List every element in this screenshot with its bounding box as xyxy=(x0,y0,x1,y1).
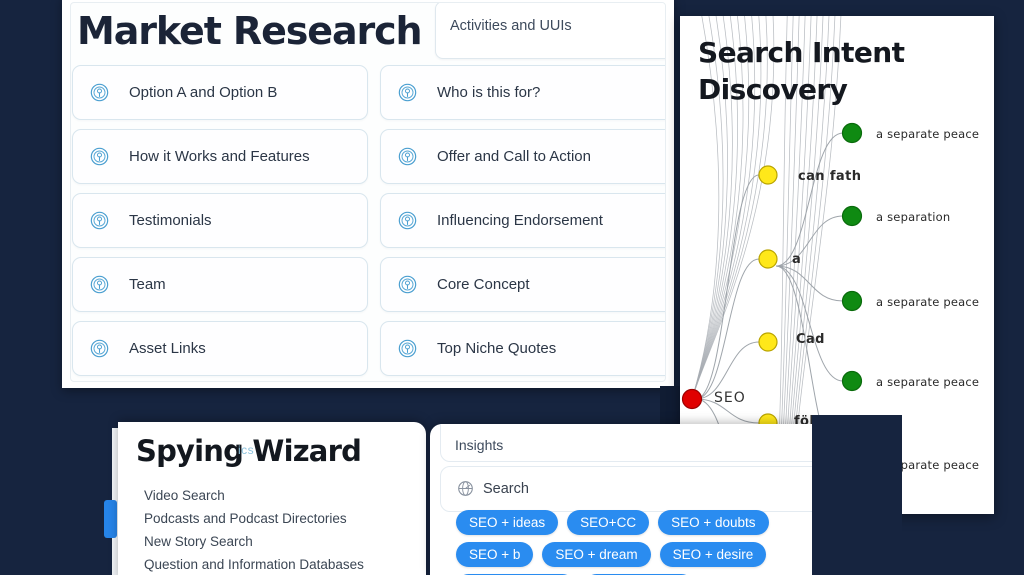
target-badge-icon xyxy=(90,339,109,358)
mindmap-node[interactable] xyxy=(758,332,778,352)
query-tag[interactable]: SEO + ideas xyxy=(456,510,559,535)
spying-wizard-list-item[interactable]: Video Search xyxy=(144,484,364,507)
mindmap-node-label: a xyxy=(792,252,802,267)
market-research-item-label: Who is this for? xyxy=(437,84,541,101)
mindmap-node[interactable] xyxy=(841,122,863,144)
target-badge-icon xyxy=(90,147,109,166)
market-research-item[interactable]: Top Niche Quotes xyxy=(380,321,665,376)
market-research-item-label: Core Concept xyxy=(437,276,530,293)
search-input[interactable]: Search xyxy=(440,466,812,512)
market-research-item-label: Testimonials xyxy=(129,212,212,229)
mindmap-node-label: a separation xyxy=(876,210,951,224)
market-research-item-label: Team xyxy=(129,276,166,293)
market-research-item-label: Influencing Endorsement xyxy=(437,212,603,229)
search-label: Search xyxy=(483,481,529,497)
spying-wizard-list-item[interactable]: Podcasts and Podcast Directories xyxy=(144,507,364,530)
mindmap-node-label: SEO xyxy=(714,390,746,406)
market-research-item[interactable]: How it Works and Features xyxy=(72,129,368,184)
mindmap-node-label: Cad xyxy=(796,332,825,347)
target-badge-icon xyxy=(398,339,417,358)
globe-icon xyxy=(458,481,473,496)
mindmap-node[interactable] xyxy=(758,249,778,269)
target-badge-icon xyxy=(90,211,109,230)
query-tag[interactable]: SEO+CC xyxy=(567,510,650,535)
market-research-item[interactable]: Testimonials xyxy=(72,193,368,248)
spying-wizard-panel: Spying Wizard Video Search Podcasts and P… xyxy=(118,422,426,575)
market-research-header: Market Research Activities and UUIs xyxy=(71,3,665,65)
mindmap-node[interactable] xyxy=(758,165,778,185)
query-tag[interactable]: SEO + dream xyxy=(542,542,651,567)
market-research-item[interactable]: Influencing Endorsement xyxy=(380,193,665,248)
market-research-item-label: Option A and Option B xyxy=(129,84,278,101)
insights-field[interactable]: Insights xyxy=(440,424,812,462)
market-research-item-grid: Option A and Option B Who is this for? How… xyxy=(71,65,665,381)
truncated-text-fragment: ics xyxy=(238,443,255,457)
mindmap-node-label: a separate peace xyxy=(876,295,980,309)
market-research-item[interactable]: Asset Links xyxy=(72,321,368,376)
target-badge-icon xyxy=(398,211,417,230)
mindmap-node[interactable] xyxy=(841,370,863,392)
market-research-item-label: Offer and Call to Action xyxy=(437,148,591,165)
mindmap-node[interactable] xyxy=(841,290,863,312)
spying-wizard-list-item[interactable]: New Story Search xyxy=(144,530,364,553)
market-research-item[interactable]: Core Concept xyxy=(380,257,665,312)
suggested-query-tags: SEO + ideas SEO+CC SEO + doubts SEO + b SEO … xyxy=(456,510,812,575)
market-research-item[interactable]: Team xyxy=(72,257,368,312)
insights-panel-clip xyxy=(812,415,902,575)
mindmap-node-label: can fath xyxy=(798,169,862,184)
target-badge-icon xyxy=(90,275,109,294)
mindmap-node-label: a separate peace xyxy=(876,127,980,141)
target-badge-icon xyxy=(398,83,417,102)
spying-wizard-list-item[interactable]: Question and Information Databases xyxy=(144,553,364,575)
target-badge-icon xyxy=(90,83,109,102)
mindmap-node[interactable] xyxy=(841,205,863,227)
search-intent-title: Search Intent Discovery xyxy=(698,36,905,107)
query-tag[interactable]: SEO + doubts xyxy=(658,510,769,535)
market-research-item-label: How it Works and Features xyxy=(129,148,310,165)
market-research-item-label: Asset Links xyxy=(129,340,206,357)
spying-wizard-list: Video Search Podcasts and Podcast Directo… xyxy=(144,484,364,575)
screenshot-canvas: Market Research Activities and UUIs Opti… xyxy=(0,0,1024,575)
market-research-item[interactable]: Who is this for? xyxy=(380,65,665,120)
query-tag[interactable]: SEO + desire xyxy=(659,542,767,567)
market-research-item[interactable]: Option A and Option B xyxy=(72,65,368,120)
insights-panel: Insights Search SEO + ideas SEO+CC SEO + d… xyxy=(430,424,812,575)
market-research-card: Market Research Activities and UUIs Opti… xyxy=(70,2,666,382)
mindmap-node[interactable] xyxy=(681,388,703,410)
query-tag[interactable]: SEO + b xyxy=(456,542,534,567)
activities-and-uuis-value: Activities and UUIs xyxy=(450,18,572,34)
page-title: Market Research xyxy=(77,9,423,53)
target-badge-icon xyxy=(398,147,417,166)
mindmap-node-label: a separate peace xyxy=(876,375,980,389)
market-research-item[interactable]: Offer and Call to Action xyxy=(380,129,665,184)
sidebar-toggle-tab[interactable] xyxy=(104,500,117,538)
market-research-panel: Market Research Activities and UUIs Opti… xyxy=(62,0,674,388)
insights-field-label: Insights xyxy=(455,437,504,453)
market-research-item-label: Top Niche Quotes xyxy=(437,340,557,357)
target-badge-icon xyxy=(398,275,417,294)
activities-and-uuis-field[interactable]: Activities and UUIs xyxy=(435,3,665,59)
